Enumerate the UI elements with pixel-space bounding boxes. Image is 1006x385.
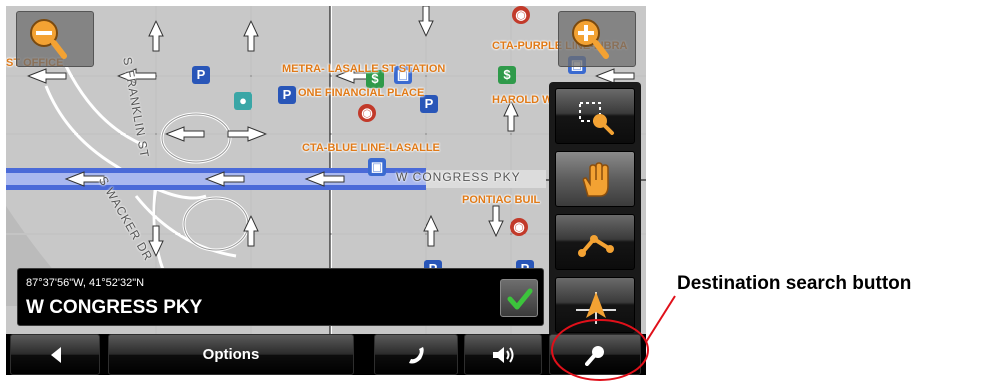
zoom-in-button[interactable] (558, 11, 636, 67)
confirm-location-button[interactable] (500, 279, 538, 317)
poi-label: METRA- LASALLE ST STATION (282, 63, 446, 75)
poi-label: HAROLD W (492, 94, 553, 106)
coordinates-text: 87°37'56"W, 41°52'32"N (26, 277, 145, 289)
options-button[interactable]: Options (108, 334, 354, 375)
route-button[interactable] (555, 214, 635, 270)
back-button[interactable] (10, 334, 100, 375)
pan-mode-button[interactable] (555, 151, 635, 207)
train-station-icon: ▣ (368, 158, 386, 176)
checkmark-icon (507, 288, 533, 310)
zoom-in-icon (572, 19, 609, 59)
phone-icon (409, 347, 424, 364)
volume-icon (493, 347, 514, 363)
street-name-text: W CONGRESS PKY (26, 297, 203, 318)
zoom-out-button[interactable] (16, 11, 94, 67)
options-label: Options (202, 346, 260, 363)
back-arrow-icon (51, 347, 61, 363)
parking-icon: P (278, 86, 296, 104)
landmark-icon: ◉ (358, 104, 376, 122)
volume-button[interactable] (464, 334, 542, 375)
hand-pan-icon (582, 162, 609, 197)
landmark-icon: ◉ (512, 6, 530, 24)
zoom-out-icon (30, 19, 67, 59)
location-info-bar: 87°37'56"W, 41°52'32"N W CONGRESS PKY (17, 268, 544, 326)
poi-label: ONE FINANCIAL PLACE (298, 87, 425, 99)
select-area-zoom-icon (579, 102, 614, 135)
poi-label: CTA-BLUE LINE-LASALLE (302, 142, 440, 154)
poi-label: PONTIAC BUIL (462, 194, 541, 206)
parking-icon: P (192, 66, 210, 84)
phone-button[interactable] (374, 334, 458, 375)
annotation-callout (551, 295, 676, 381)
car-rental-icon: ● (234, 92, 252, 110)
annotation-label: Destination search button (677, 273, 912, 294)
select-area-zoom-button[interactable] (555, 88, 635, 144)
bank-icon: $ (498, 66, 516, 84)
route-icon (578, 235, 614, 257)
street-label: W CONGRESS PKY (396, 170, 521, 184)
landmark-icon: ◉ (510, 218, 528, 236)
